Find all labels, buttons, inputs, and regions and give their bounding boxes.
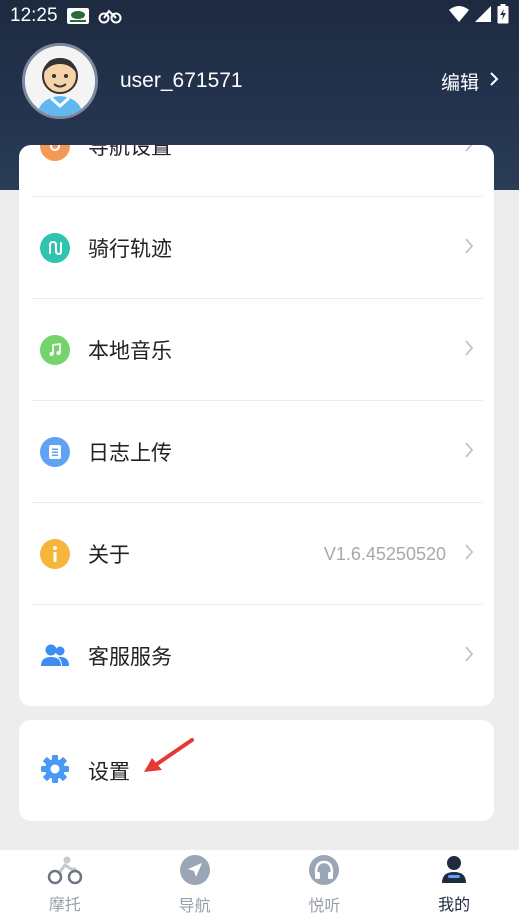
navigation-icon — [179, 854, 211, 890]
battery-icon — [497, 4, 509, 28]
menu-item-ride-track[interactable]: 骑行轨迹 — [19, 197, 494, 299]
tab-mine[interactable]: 我的 — [389, 850, 519, 920]
chevron-right-icon — [489, 70, 499, 92]
chevron-right-icon — [464, 441, 474, 463]
chevron-right-icon — [464, 237, 474, 259]
info-icon — [40, 539, 70, 569]
menu-item-label: 本地音乐 — [88, 339, 172, 363]
navigation-settings-icon — [40, 145, 70, 161]
settings-button[interactable]: 设置 — [19, 720, 494, 821]
avatar[interactable] — [22, 43, 98, 119]
bike-app-icon — [98, 7, 122, 25]
status-bar: 12:25 — [0, 0, 519, 32]
user-icon — [439, 855, 469, 889]
gear-icon — [40, 754, 70, 788]
menu-item-label: 导航设置 — [88, 145, 172, 159]
chevron-right-icon — [464, 543, 474, 565]
tab-label: 摩托 — [48, 895, 81, 914]
username: user_671571 — [120, 69, 243, 92]
settings-label: 设置 — [88, 759, 130, 784]
menu-item-label: 客服服务 — [88, 645, 172, 669]
tab-label: 我的 — [438, 895, 471, 914]
menu-item-customer-service[interactable]: 客服服务 — [19, 605, 494, 706]
track-icon — [40, 233, 70, 263]
version-value: V1.6.45250520 — [323, 543, 446, 564]
edit-profile-button[interactable]: 编辑 — [441, 68, 499, 95]
headphones-icon — [308, 854, 340, 890]
tab-motorcycle[interactable]: 摩托 — [0, 850, 130, 920]
motorcycle-icon — [47, 855, 83, 889]
annotation-arrow — [144, 738, 194, 772]
tab-listen[interactable]: 悦听 — [260, 850, 390, 920]
wifi-icon — [449, 6, 469, 26]
edit-label: 编辑 — [440, 71, 479, 94]
status-time: 12:25 — [10, 5, 58, 26]
app-notification-icon — [66, 7, 90, 25]
menu-card: 导航设置 骑行轨迹 本地音乐 日志上传 关于 V1.6.45250520 客服服… — [19, 145, 494, 706]
chevron-right-icon — [464, 339, 474, 361]
menu-item-log-upload[interactable]: 日志上传 — [19, 401, 494, 503]
tab-label: 导航 — [178, 896, 211, 915]
bottom-navigation: 摩托 导航 悦听 我的 — [0, 850, 519, 920]
menu-item-label: 关于 — [88, 543, 130, 567]
menu-item-about[interactable]: 关于 V1.6.45250520 — [19, 503, 494, 605]
customer-service-icon — [40, 641, 70, 671]
chevron-right-icon — [464, 645, 474, 667]
profile-row[interactable]: user_671571 编辑 — [22, 42, 499, 120]
menu-item-local-music[interactable]: 本地音乐 — [19, 299, 494, 401]
tab-label: 悦听 — [308, 896, 341, 915]
menu-item-navigation-settings[interactable]: 导航设置 — [19, 145, 494, 197]
menu-item-label: 日志上传 — [88, 441, 172, 465]
signal-icon — [475, 6, 491, 26]
music-icon — [40, 335, 70, 365]
tab-navigation[interactable]: 导航 — [130, 850, 260, 920]
log-icon — [40, 437, 70, 467]
chevron-right-icon — [464, 145, 474, 157]
menu-item-label: 骑行轨迹 — [88, 237, 172, 261]
